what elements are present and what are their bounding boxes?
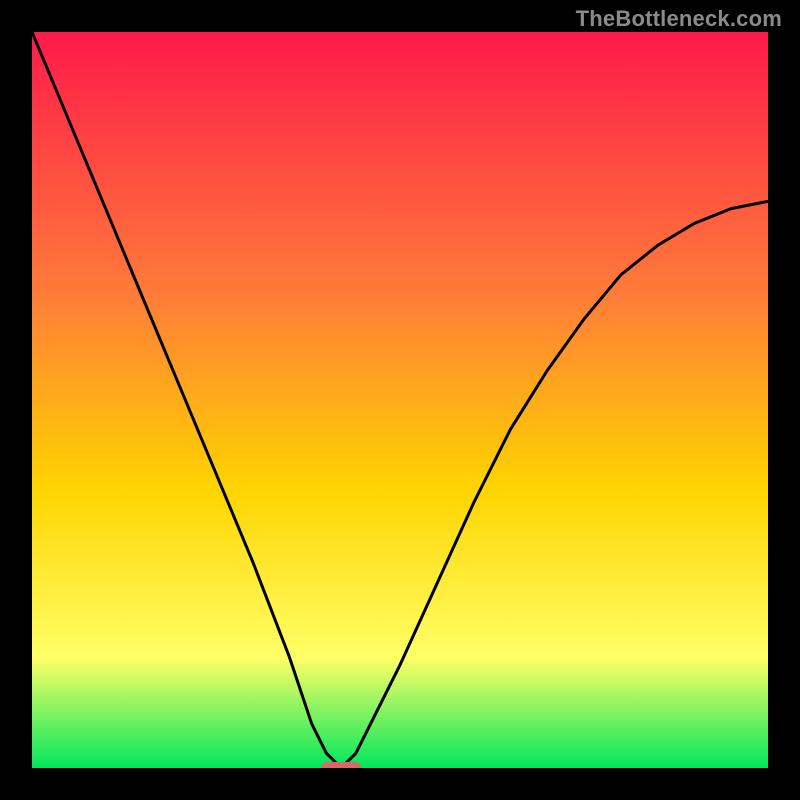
minimum-marker bbox=[321, 762, 361, 768]
chart-svg bbox=[32, 32, 768, 768]
chart-background bbox=[32, 32, 768, 768]
chart-plot-area bbox=[32, 32, 768, 768]
watermark-text: TheBottleneck.com bbox=[576, 6, 782, 32]
